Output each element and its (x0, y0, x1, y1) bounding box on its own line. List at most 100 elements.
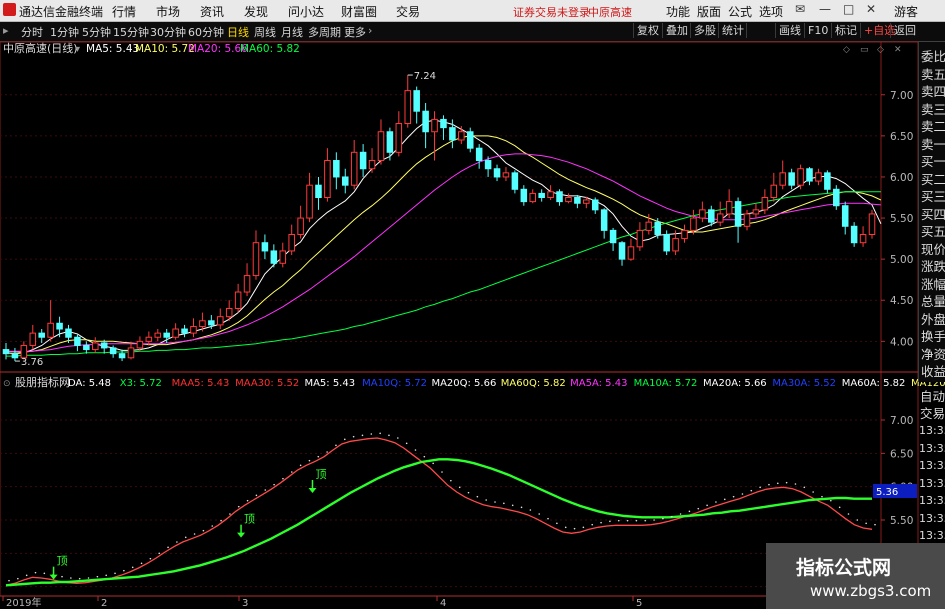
da-dot (405, 442, 408, 445)
da-dot (441, 471, 443, 473)
minimize-chart-icon[interactable]: ▭ (860, 45, 869, 55)
main-chart-title: 中原高速(日线) (3, 41, 78, 55)
quote-field-label: 买一 (921, 154, 945, 169)
candle (217, 308, 224, 330)
candle (538, 189, 545, 202)
candle (761, 189, 769, 214)
da-dot (653, 519, 655, 521)
quote-field-label: 净资 (921, 346, 945, 362)
candle (127, 342, 135, 360)
candle-body (225, 307, 233, 318)
da-dot (61, 575, 63, 578)
candle-body (333, 160, 340, 178)
trade-time: 13:35 (919, 511, 945, 525)
candle-body (181, 328, 188, 334)
da-dot (494, 501, 496, 503)
candle-body (100, 342, 108, 349)
da-dot (167, 546, 169, 549)
candle (341, 168, 349, 194)
candle (663, 230, 670, 256)
da-dot (140, 562, 143, 565)
da-dot (87, 577, 90, 579)
candle (574, 195, 581, 209)
candle-body (627, 246, 635, 260)
candle-body (413, 90, 420, 112)
candle (29, 324, 37, 350)
candle-body (779, 172, 786, 186)
trade-time: 13:35 (919, 459, 945, 472)
restore-icon[interactable]: ◇ (877, 45, 884, 55)
quote-field-label: 买二 (921, 171, 945, 187)
candle (315, 176, 322, 210)
candle-body (47, 322, 54, 338)
da-dot (794, 483, 797, 485)
da-dot (688, 510, 691, 513)
da-dot (609, 520, 611, 523)
candle-body (734, 201, 742, 227)
da-dot (414, 449, 417, 451)
candle-body (38, 332, 45, 338)
expand-icon[interactable]: ◇ (843, 45, 850, 55)
collapse-icon[interactable]: ▾ (75, 44, 80, 55)
da-dot (450, 479, 452, 482)
quote-field-label: 委比 (921, 49, 945, 64)
sub-legend-item: MA20Q: 5.66 (431, 378, 496, 389)
y-tick-label: 7.00 (890, 90, 913, 102)
candle (609, 227, 617, 251)
chart-grid (0, 41, 919, 597)
candle-body (2, 349, 10, 355)
candle (234, 283, 242, 313)
close-chart-icon[interactable]: ✕ (894, 45, 902, 55)
da-dot (308, 459, 311, 462)
da-dot (556, 522, 558, 525)
trade-panel: 自动 交易 (918, 384, 945, 427)
candle-body (118, 353, 126, 359)
candle (502, 167, 510, 182)
ma-line-ma10 (5, 135, 882, 353)
top-signal-label: 顶 (57, 555, 68, 568)
quote-field-label: 卖四 (921, 84, 945, 99)
da-dot (617, 519, 620, 522)
candle-body (172, 328, 179, 338)
da-dot (759, 486, 761, 489)
da-dot (96, 575, 99, 578)
y-tick-label: 5.00 (890, 254, 913, 266)
candle-body (565, 197, 572, 203)
quote-field-label: 买四 (921, 206, 945, 222)
candle (788, 168, 795, 190)
sub-chart-toggle-icon[interactable]: ⊙ (3, 379, 11, 389)
candle-body (645, 221, 653, 231)
da-dot (70, 577, 72, 579)
candle-body (600, 209, 608, 231)
candle (404, 75, 412, 128)
stock-chart[interactable]: 中原高速(日线) ▾ MA5: 5.43 MA10: 5.72 MA20: 5.… (0, 0, 945, 609)
da-dot (582, 526, 585, 529)
candle-body (556, 191, 563, 203)
candle (279, 242, 287, 268)
candle (565, 193, 572, 204)
candle-body (145, 336, 153, 342)
candle-body (824, 172, 831, 190)
candle (806, 167, 813, 186)
da-dot (25, 574, 28, 577)
sub-legend-item: DA: 5.48 (68, 378, 111, 389)
candle-body (163, 332, 170, 338)
da-dot (370, 433, 373, 435)
da-dot (273, 483, 275, 486)
trade-tab[interactable]: 交易 (920, 403, 945, 422)
da-dot (529, 509, 532, 511)
candle-body (484, 160, 492, 170)
candle (270, 244, 278, 268)
candle-body (815, 172, 822, 182)
quote-field-label: 买五 (921, 224, 945, 239)
da-dot (803, 486, 806, 489)
da-dot (379, 432, 381, 435)
candle (359, 144, 367, 177)
candle-body (654, 221, 661, 235)
order-book-panel: 委比 1000委比卖五卖四卖三卖二卖一买一买二买三买四买五现价涨跌涨幅总量外盘换… (918, 42, 945, 382)
candle (699, 201, 706, 223)
candlestick-series (2, 74, 876, 362)
y-tick-label: 6.00 (890, 172, 913, 184)
candle-body (529, 192, 537, 203)
indicator-lines (5, 432, 876, 587)
